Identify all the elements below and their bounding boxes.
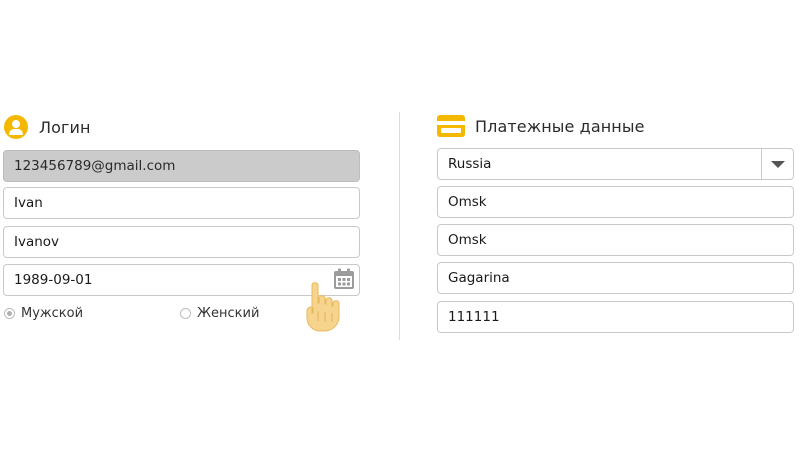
region-field[interactable]: Omsk [437,186,794,218]
city-field[interactable]: Omsk [437,224,794,256]
column-divider [399,112,400,340]
credit-card-icon [437,115,465,137]
gender-female-option[interactable]: Женский [180,306,259,321]
login-header: Логин [4,115,91,139]
email-field[interactable]: 123456789@gmail.com [3,150,360,182]
hand-pointer-icon [306,282,340,332]
female-label: Женский [197,306,260,321]
street-field[interactable]: Gagarina [437,262,794,294]
payment-title: Платежные данные [475,116,645,136]
country-select[interactable]: Russia [437,148,794,180]
caret-down-icon [771,161,785,168]
postal-code-field[interactable]: 111111 [437,301,794,333]
select-toggle[interactable] [761,149,793,179]
gender-male-option[interactable]: Мужской [4,306,83,321]
user-icon [4,115,28,139]
country-value: Russia [448,156,492,172]
male-radio[interactable] [4,308,15,319]
login-title: Логин [39,117,91,137]
first-name-field[interactable]: Ivan [3,187,360,219]
male-label: Мужской [21,306,84,321]
female-radio[interactable] [180,308,191,319]
last-name-field[interactable]: Ivanov [3,226,360,258]
payment-header: Платежные данные [437,115,645,137]
